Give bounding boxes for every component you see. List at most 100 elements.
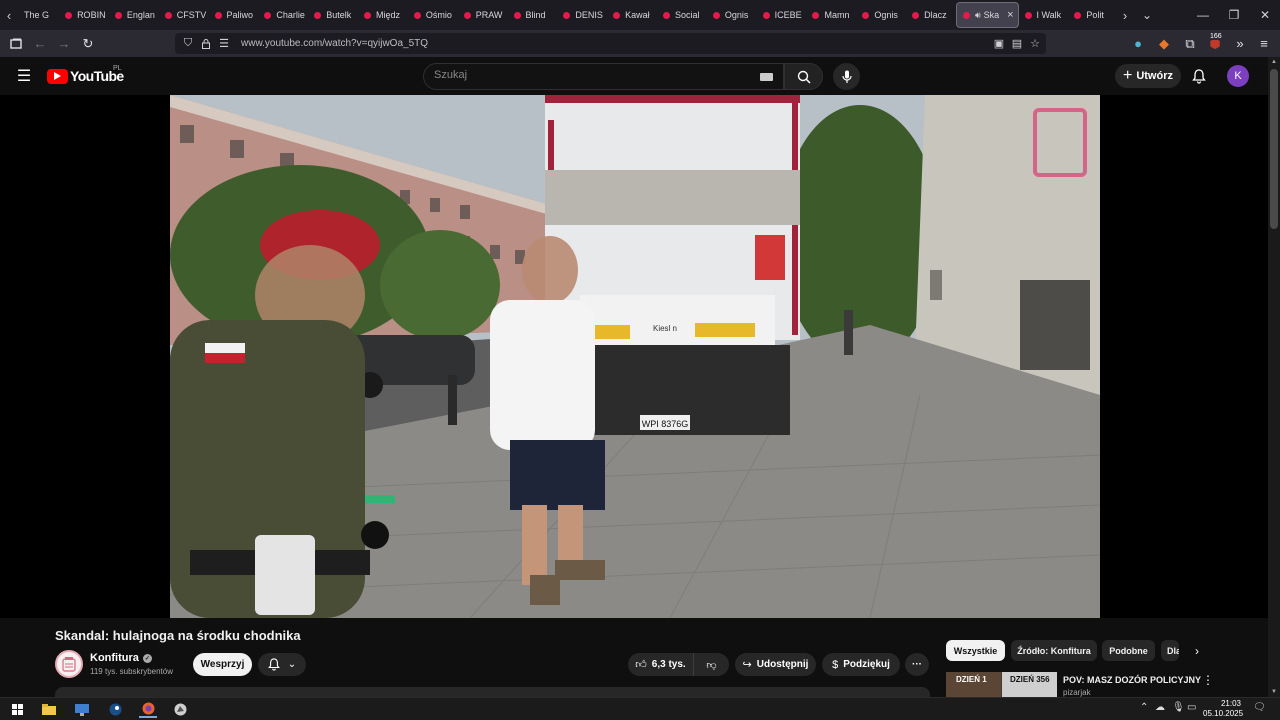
scroll-up-icon[interactable]: ▲ <box>1271 59 1277 65</box>
browser-tab[interactable]: Ognis <box>856 2 906 28</box>
browser-tab[interactable]: Ognis <box>707 2 757 28</box>
scroll-down-icon[interactable]: ▼ <box>1271 689 1277 695</box>
system-clock[interactable]: 21:03 05.10.2025 <box>1203 699 1243 719</box>
video-frame[interactable]: WPI 8376G Kiesl n <box>170 95 1100 618</box>
browser-tab[interactable]: Dlacz <box>906 2 956 28</box>
youtube-logo[interactable]: YouTube PL <box>47 65 124 84</box>
create-label: Utwórz <box>1136 70 1173 82</box>
scrollbar-thumb[interactable] <box>1270 69 1278 229</box>
url-text[interactable]: www.youtube.com/watch?v=qyijwOa_5TQ <box>241 38 428 49</box>
video-player[interactable]: WPI 8376G Kiesl n <box>0 95 1268 618</box>
app-icon[interactable] <box>171 701 189 718</box>
chips-next-icon[interactable]: › <box>1188 643 1206 659</box>
lock-icon[interactable] <box>197 33 215 54</box>
steam-icon[interactable] <box>106 701 124 718</box>
browser-tab[interactable]: CFSTV <box>159 2 209 28</box>
bookmark-star-icon[interactable]: ☆ <box>1026 33 1044 54</box>
tab-label: PRAW <box>475 10 503 20</box>
search-input[interactable] <box>434 69 734 81</box>
tab-scroll-left-icon[interactable]: ‹ <box>0 0 18 30</box>
browser-tab[interactable]: Mamn <box>806 2 856 28</box>
reader-view-icon[interactable]: ▤ <box>1008 33 1026 54</box>
like-button[interactable]: 👍︎ 6,3 tys. <box>628 653 693 676</box>
browser-tab[interactable]: The G <box>18 2 59 28</box>
search-button[interactable] <box>784 63 823 90</box>
tab-list-dropdown-icon[interactable]: ⌄ <box>1135 0 1159 30</box>
description-box[interactable] <box>55 687 930 697</box>
firefox-icon[interactable] <box>139 701 157 718</box>
chip-from-channel[interactable]: Źródło: Konfitura <box>1011 640 1097 661</box>
browser-tab-active[interactable]: 🔊︎ Ska × <box>955 2 1019 28</box>
tracking-protection-icon[interactable]: ⛉ <box>179 33 197 54</box>
browser-tab[interactable]: Blind <box>508 2 558 28</box>
microphone-tray-icon[interactable]: 🎙︎ <box>1172 702 1185 713</box>
reload-icon[interactable]: ↻ <box>76 30 100 57</box>
chip-for-you[interactable]: Dla <box>1161 640 1179 661</box>
audio-playing-icon[interactable]: 🔊︎ <box>975 10 981 21</box>
tray-overflow-icon[interactable]: ⌃ <box>1140 702 1148 713</box>
browser-tab[interactable]: Polit <box>1068 2 1118 28</box>
extensions-puzzle-icon[interactable]: ⧉ <box>1178 30 1202 57</box>
remote-desktop-icon[interactable] <box>73 701 91 718</box>
minimize-icon[interactable]: — <box>1188 0 1218 30</box>
notification-center-icon[interactable]: 🗨︎ <box>1253 702 1266 713</box>
file-explorer-icon[interactable] <box>40 701 58 718</box>
browser-tab[interactable]: ICEBE <box>757 2 807 28</box>
browser-tab[interactable]: Kawał <box>607 2 657 28</box>
recommended-menu-icon[interactable]: ⋮ <box>1202 673 1214 687</box>
close-window-icon[interactable]: ✕ <box>1250 0 1280 30</box>
youtube-favicon-icon <box>563 11 571 19</box>
shield-extension-icon[interactable]: ● <box>1126 30 1150 57</box>
browser-tab[interactable]: I Walk <box>1019 2 1069 28</box>
onedrive-icon[interactable]: ☁ <box>1155 702 1165 713</box>
dislike-button[interactable]: 👎︎ <box>693 653 729 676</box>
chip-all[interactable]: Wszystkie <box>946 640 1005 661</box>
hamburger-menu-icon[interactable]: ☰ <box>14 67 34 85</box>
tab-label: Charlie <box>276 10 305 20</box>
browser-tab[interactable]: DENIS <box>557 2 607 28</box>
keyboard-icon[interactable] <box>760 73 773 81</box>
picture-in-picture-icon[interactable]: ▣ <box>990 33 1008 54</box>
browser-tab[interactable]: Butelk <box>308 2 358 28</box>
voice-search-button[interactable] <box>833 63 860 90</box>
tab-overview-icon[interactable] <box>4 30 28 57</box>
back-icon[interactable]: ← <box>28 30 52 57</box>
channel-name-text[interactable]: Konfitura <box>90 652 139 664</box>
video-scene: WPI 8376G Kiesl n <box>170 95 1100 618</box>
app-menu-icon[interactable]: ≡ <box>1252 30 1276 57</box>
share-button[interactable]: ↪ Udostępnij <box>735 653 816 676</box>
user-avatar[interactable]: K <box>1227 65 1249 87</box>
browser-tab[interactable]: Paliwo <box>209 2 259 28</box>
channel-name[interactable]: Konfitura ✓ <box>90 652 152 664</box>
tab-scroll-right-icon[interactable]: › <box>1116 0 1134 30</box>
browser-tab[interactable]: Międz <box>358 2 408 28</box>
page-scrollbar[interactable]: ▲ ▼ <box>1268 57 1280 697</box>
close-tab-icon[interactable]: × <box>1007 9 1013 21</box>
windows-start-icon[interactable] <box>8 701 26 718</box>
more-actions-icon[interactable]: ··· <box>905 653 929 676</box>
permissions-icon[interactable]: ☰ <box>215 33 233 54</box>
recommended-thumbnail[interactable]: DZIEŃ 1 DZIEŃ 356 <box>946 672 1057 697</box>
create-button[interactable]: + Utwórz <box>1115 64 1181 88</box>
notifications-bell-icon[interactable] <box>1190 67 1208 85</box>
thanks-button[interactable]: $ Podziękuj <box>822 653 900 676</box>
browser-tab[interactable]: Social <box>657 2 707 28</box>
address-bar[interactable]: ⛉ ☰ www.youtube.com/watch?v=qyijwOa_5TQ … <box>175 33 1046 54</box>
tab-label: Międz <box>376 10 401 20</box>
recommended-channel[interactable]: pizarjak <box>1063 688 1091 697</box>
forward-icon[interactable]: → <box>52 30 76 57</box>
browser-tab[interactable]: ROBIN <box>59 2 109 28</box>
restore-icon[interactable]: ❐ <box>1219 0 1249 30</box>
network-icon[interactable]: ▭ <box>1187 702 1196 713</box>
notification-settings-button[interactable]: ⌄ <box>258 653 306 676</box>
chip-related[interactable]: Podobne <box>1102 640 1155 661</box>
browser-tab[interactable]: Englan <box>109 2 159 28</box>
browser-tab[interactable]: Charlie <box>258 2 308 28</box>
recommended-title[interactable]: POV: MASZ DOZÓR POLICYJNY <box>1063 675 1201 685</box>
channel-avatar[interactable] <box>55 650 83 678</box>
fox-extension-icon[interactable]: ◆ <box>1152 30 1176 57</box>
browser-tab[interactable]: PRAW <box>458 2 508 28</box>
browser-tab[interactable]: Ośmio <box>408 2 458 28</box>
support-button[interactable]: Wesprzyj <box>193 653 252 676</box>
overflow-chevron-icon[interactable]: » <box>1228 30 1252 57</box>
